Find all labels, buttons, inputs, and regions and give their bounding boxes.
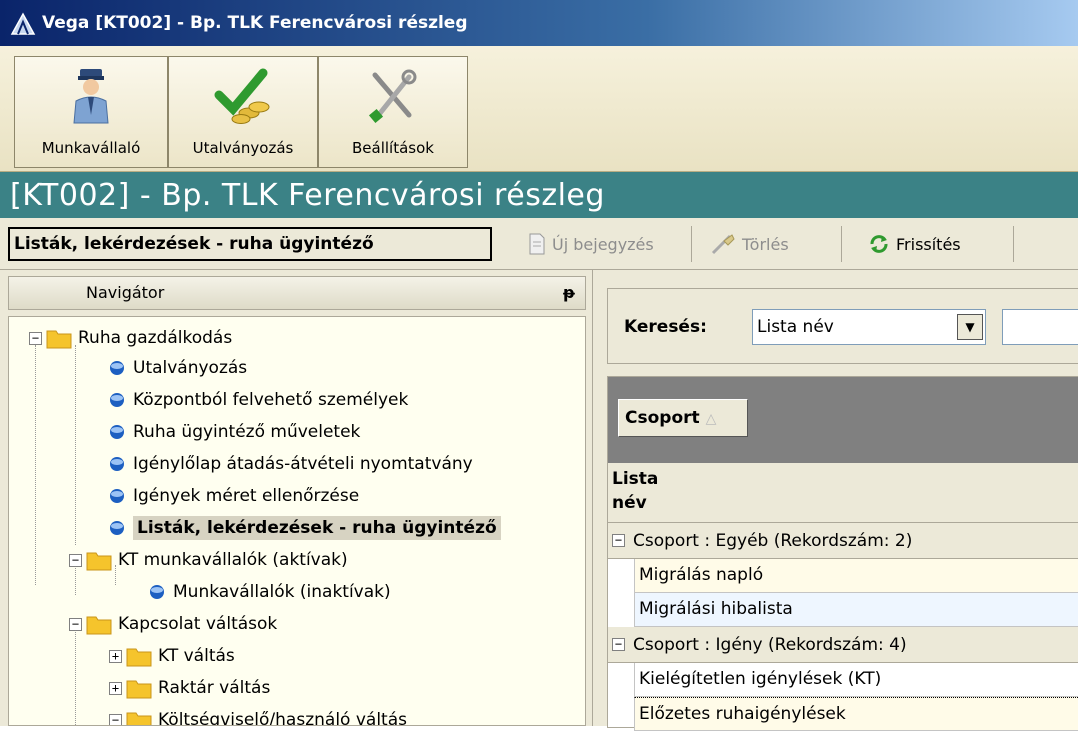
app-logo-icon [10, 12, 36, 35]
bullet-icon [110, 457, 124, 471]
tree-item-igenyek-meret[interactable]: Igények méret ellenőrzése [109, 481, 359, 511]
dropdown-arrow-icon[interactable]: ▼ [957, 314, 983, 340]
employee-button-label: Munkavállaló [41, 139, 141, 157]
bullet-icon [110, 521, 124, 535]
navigator-header: Navigátor ᵽ [8, 276, 586, 310]
group-by-bar: Csoport △ [608, 377, 1078, 463]
column-header-label: Lista név [612, 469, 659, 513]
table-row[interactable]: Kielégítetlen igénylések (KT) [634, 663, 1078, 697]
navigator-tree[interactable]: − Ruha gazdálkodás Utalványozás Központb… [8, 316, 586, 726]
folder-icon [126, 648, 152, 667]
main-toolbar: Munkavállaló Utalványozás Beállítások [0, 46, 1078, 172]
tree-item-kt-valtas[interactable]: + KT váltás [109, 641, 235, 671]
pin-icon[interactable]: ᵽ [563, 277, 575, 309]
group-row-label: Csoport : Egyéb (Rekordszám: 2) [633, 530, 913, 551]
refresh-icon [870, 235, 888, 253]
folder-icon [126, 680, 152, 699]
action-bar: Listák, lekérdezések - ruha ügyintéző Új… [0, 218, 1078, 270]
tree-item-kt-munkavallalok[interactable]: − KT munkavállalók (aktívak) [69, 545, 348, 575]
column-header-lista-nev[interactable]: Lista név [608, 463, 1078, 523]
tree-item-kapcsolat-valtasok[interactable]: − Kapcsolat váltások [69, 609, 277, 639]
collapse-icon[interactable]: − [29, 331, 42, 345]
search-box: Keresés: Lista név ▼ [607, 288, 1078, 364]
folder-icon [86, 552, 112, 571]
search-field-select[interactable]: Lista név ▼ [752, 309, 986, 345]
collapse-icon[interactable]: − [109, 713, 122, 725]
bullet-icon [110, 393, 124, 407]
tree-item-ruha-ugyintezo-muveletek[interactable]: Ruha ügyintéző műveletek [109, 417, 360, 447]
voucher-button-label: Utalványozás [192, 139, 294, 157]
table-row[interactable]: Migrálási hibalista [634, 593, 1078, 627]
folder-icon [46, 330, 72, 349]
navigator-title: Navigátor [86, 283, 165, 302]
refresh-label: Frissítés [896, 234, 961, 254]
context-title: Listák, lekérdezések - ruha ügyintéző [8, 227, 492, 261]
delete-label: Törlés [742, 234, 789, 254]
list-grid: Csoport △ Lista név − Csoport : Egyéb (Re… [607, 376, 1078, 731]
tree-item-raktar-valtas[interactable]: + Raktár váltás [109, 673, 270, 703]
bullet-icon [150, 585, 164, 599]
bullet-icon [110, 489, 124, 503]
group-row-igeny[interactable]: − Csoport : Igény (Rekordszám: 4) [608, 627, 1078, 663]
table-row[interactable]: Migrálás napló [634, 559, 1078, 593]
settings-button-label: Beállítások [352, 139, 434, 157]
tree-item-kozpontbol[interactable]: Központból felvehető személyek [109, 385, 408, 415]
refresh-button[interactable]: Frissítés [860, 226, 1014, 262]
sort-asc-icon: △ [705, 411, 717, 427]
search-input[interactable] [1002, 309, 1078, 345]
collapse-icon[interactable]: − [69, 553, 82, 567]
tree-item-ruha-gazdalkodas[interactable]: − Ruha gazdálkodás [29, 323, 232, 353]
tree-item-listak-selected[interactable]: Listák, lekérdezések - ruha ügyintéző [109, 513, 501, 543]
new-entry-label: Új bejegyzés [552, 234, 654, 254]
window-title: Vega [KT002] - Bp. TLK Ferencvárosi rész… [42, 13, 468, 33]
bullet-icon [110, 425, 124, 439]
collapse-icon[interactable]: − [69, 617, 82, 631]
group-row-egyeb[interactable]: − Csoport : Egyéb (Rekordszám: 2) [608, 523, 1078, 559]
tree-item-koltsegviselo-valtas[interactable]: − Költségviselő/használó váltás [109, 705, 407, 725]
expand-icon[interactable]: + [109, 681, 122, 695]
collapse-icon[interactable]: − [612, 534, 625, 547]
eraser-icon [711, 234, 735, 255]
folder-icon [86, 616, 112, 635]
group-by-label: Csoport [625, 408, 700, 428]
page-title: [KT002] - Bp. TLK Ferencvárosi részleg [0, 172, 1078, 218]
checkmark-coins-icon [214, 68, 270, 124]
group-by-chip[interactable]: Csoport △ [618, 399, 748, 437]
search-field-value: Lista név [757, 317, 834, 337]
settings-button[interactable]: Beállítások [318, 56, 468, 168]
employee-icon [73, 69, 109, 124]
document-icon [529, 233, 545, 255]
new-entry-button[interactable]: Új bejegyzés [520, 226, 692, 262]
group-row-label: Csoport : Igény (Rekordszám: 4) [633, 634, 907, 655]
folder-icon [126, 712, 152, 725]
window-titlebar: Vega [KT002] - Bp. TLK Ferencvárosi rész… [0, 0, 1078, 46]
collapse-icon[interactable]: − [612, 638, 625, 651]
tree-item-munkavallalok-inaktivak[interactable]: Munkavállalók (inaktívak) [149, 577, 391, 607]
delete-button[interactable]: Törlés [702, 226, 842, 262]
list-panel: Keresés: Lista név ▼ Csoport △ Lista név … [592, 270, 1078, 731]
tree-item-igenylolap[interactable]: Igénylőlap átadás-átvételi nyomtatvány [109, 449, 473, 479]
navigator-panel: Navigátor ᵽ − Ruha gazdálkodás Utalványo… [0, 270, 592, 726]
employee-button[interactable]: Munkavállaló [14, 56, 168, 168]
tree-item-utalvanyozas[interactable]: Utalványozás [109, 353, 247, 383]
expand-icon[interactable]: + [109, 649, 122, 663]
tools-icon [368, 69, 417, 124]
bullet-icon [110, 361, 124, 375]
search-label: Keresés: [624, 317, 707, 337]
voucher-button[interactable]: Utalványozás [168, 56, 318, 168]
